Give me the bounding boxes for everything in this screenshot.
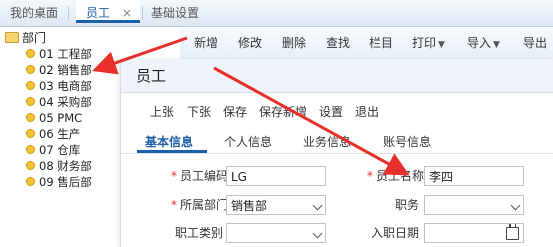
tab-basic-settings[interactable]: 基础设置 [151, 0, 199, 26]
save-button[interactable]: 保存 [223, 103, 247, 120]
node-dot-icon [26, 97, 35, 106]
node-dot-icon [26, 145, 35, 154]
tree-item-after-sales[interactable]: 09 售后部 [26, 174, 92, 190]
next-record-button[interactable]: 下张 [187, 103, 211, 120]
columns-button[interactable]: 栏目 [369, 27, 393, 59]
hire-date-label: 入职日期 [370, 226, 419, 240]
node-dot-icon [26, 65, 35, 74]
find-button[interactable]: 查找 [326, 27, 350, 59]
print-label: 打印 [412, 36, 437, 50]
top-tab-bar: 我的桌面 员工 × 基础设置 [0, 0, 553, 27]
save-and-new-button[interactable]: 保存新增 [259, 103, 307, 120]
chevron-down-icon [510, 200, 521, 211]
chevron-down-icon: ▼ [438, 40, 445, 50]
dialog-subtabs: 基本信息 个人信息 业务信息 账号信息 [121, 129, 553, 154]
tab-basic-info[interactable]: 基本信息 [145, 133, 193, 150]
tab-employee[interactable]: 员工 × [76, 0, 140, 23]
node-dot-icon [26, 49, 35, 58]
chevron-down-icon: ▼ [493, 40, 500, 50]
node-dot-icon [26, 177, 35, 186]
tree-item-finance[interactable]: 08 财务部 [26, 158, 92, 174]
tree-item-engineering[interactable]: 01 工程部 [26, 46, 92, 62]
employee-name-label: * 员工名称 [367, 169, 425, 183]
hire-date-input[interactable] [424, 223, 524, 243]
chevron-down-icon [312, 200, 323, 211]
tree-item-sales[interactable]: 02 销售部 [26, 62, 92, 78]
calendar-icon[interactable] [506, 224, 519, 240]
edit-button[interactable]: 修改 [238, 27, 262, 59]
department-select[interactable]: 销售部 [226, 195, 326, 215]
dialog-title: 员工 [136, 67, 167, 85]
prev-record-button[interactable]: 上张 [150, 103, 174, 120]
main-toolbar: 新增 修改 删除 查找 栏目 打印 ▼ 导入 ▼ 导出 [180, 27, 553, 60]
print-button[interactable]: 打印 ▼ [412, 27, 445, 59]
add-button[interactable]: 新增 [194, 27, 218, 59]
department-label: * 所属部门 [171, 198, 229, 212]
tree-item-pmc[interactable]: 05 PMC [26, 110, 82, 126]
department-tree: 部门 01 工程部 02 销售部 03 电商部 04 采购部 05 PMC 06… [0, 27, 118, 247]
tab-employee-label: 员工 [86, 6, 111, 20]
employee-code-label: * 员工编码 [171, 169, 229, 183]
tree-item-warehouse[interactable]: 07 仓库 [26, 142, 80, 158]
tab-account-info[interactable]: 账号信息 [383, 133, 431, 150]
active-tab-indicator [137, 150, 207, 153]
tab-personal-info[interactable]: 个人信息 [224, 133, 272, 150]
tree-item-production[interactable]: 06 生产 [26, 126, 80, 142]
tab-my-desktop[interactable]: 我的桌面 [10, 0, 58, 26]
chevron-down-icon [312, 228, 323, 239]
tab-divider [68, 6, 69, 20]
employee-code-input[interactable]: LG [226, 166, 326, 186]
tree-item-purchasing[interactable]: 04 采购部 [26, 94, 92, 110]
folder-icon [5, 32, 19, 43]
delete-button[interactable]: 删除 [282, 27, 306, 59]
tree-root[interactable]: 部门 [5, 30, 46, 46]
employee-name-input[interactable]: 李四 [424, 166, 524, 186]
tab-divider [142, 6, 143, 20]
node-dot-icon [26, 113, 35, 122]
tree-item-ecommerce[interactable]: 03 电商部 [26, 78, 92, 94]
employee-category-label: 职工类别 [174, 226, 223, 240]
position-select[interactable] [424, 195, 524, 215]
node-dot-icon [26, 161, 35, 170]
exit-button[interactable]: 退出 [355, 103, 379, 120]
tab-business-info[interactable]: 业务信息 [303, 133, 351, 150]
position-label: 职务 [394, 198, 419, 212]
dialog-header: 员工 [121, 59, 553, 93]
node-dot-icon [26, 129, 35, 138]
settings-button[interactable]: 设置 [319, 103, 343, 120]
close-icon[interactable]: × [122, 0, 132, 26]
import-button[interactable]: 导入 ▼ [467, 27, 500, 59]
node-dot-icon [26, 81, 35, 90]
employee-category-select[interactable] [226, 223, 326, 243]
tree-root-label: 部门 [22, 31, 47, 45]
employee-dialog: 员工 上张 下张 保存 保存新增 设置 退出 基本信息 个人信息 业务信息 账号… [120, 59, 553, 247]
export-button[interactable]: 导出 [523, 27, 547, 59]
import-label: 导入 [467, 36, 492, 50]
